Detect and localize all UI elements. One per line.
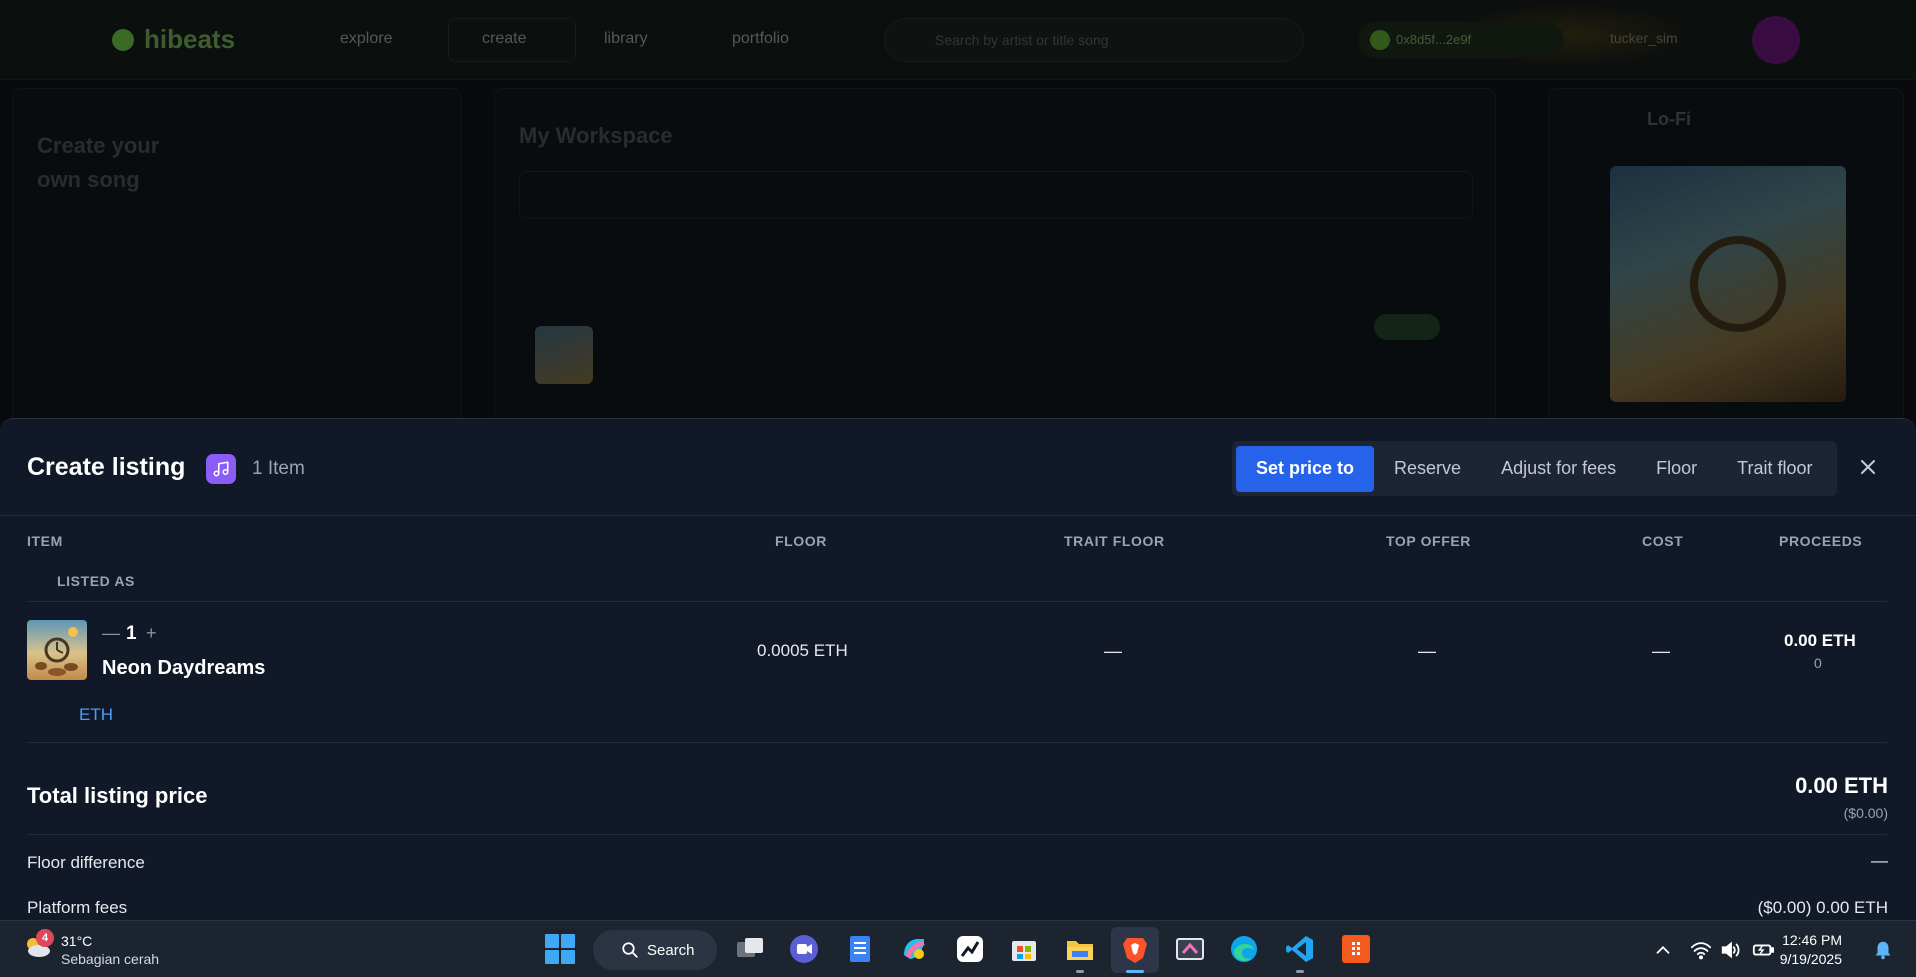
floor-difference-value: — bbox=[1871, 851, 1888, 870]
tab-reserve[interactable]: Reserve bbox=[1374, 446, 1481, 492]
modal-title: Create listing bbox=[27, 453, 186, 481]
stocks-app-icon[interactable] bbox=[954, 933, 986, 965]
quantity-decrease-button[interactable]: — bbox=[102, 623, 120, 644]
total-listing-price-usd: ($0.00) bbox=[1843, 805, 1888, 821]
item-proceeds: 0.00 ETH bbox=[1784, 631, 1856, 650]
table-header-divider bbox=[27, 601, 1887, 602]
taskbar-clock-time[interactable]: 12:46 PM bbox=[1782, 932, 1842, 948]
weather-temperature[interactable]: 31°C bbox=[61, 933, 92, 949]
pricing-mode-tabs: Set price to Reserve Adjust for fees Flo… bbox=[1232, 441, 1837, 496]
chevron-up-icon[interactable] bbox=[1652, 939, 1674, 961]
weather-description[interactable]: Sebagian cerah bbox=[61, 951, 159, 967]
vscode-running-indicator bbox=[1296, 970, 1304, 973]
item-row-divider bbox=[27, 742, 1887, 743]
item-top-offer: — bbox=[1418, 641, 1436, 661]
office-app-icon[interactable] bbox=[1340, 933, 1372, 965]
item-count: 1 Item bbox=[252, 458, 305, 479]
weather-notification-badge: 4 bbox=[36, 929, 54, 947]
notification-bell-icon[interactable] bbox=[1872, 939, 1894, 961]
tab-trait-floor[interactable]: Trait floor bbox=[1717, 446, 1832, 492]
edge-browser-icon[interactable] bbox=[1228, 933, 1260, 965]
column-header-listed-as: LISTED AS bbox=[57, 573, 135, 589]
create-listing-modal: Create listing 1 Item Set price to Reser… bbox=[0, 418, 1916, 920]
item-trait-floor: — bbox=[1104, 641, 1122, 661]
column-header-cost: COST bbox=[1642, 533, 1684, 549]
platform-fees-value: ($0.00) 0.00 ETH bbox=[1757, 898, 1888, 917]
summary-divider bbox=[27, 834, 1887, 835]
quantity-increase-button[interactable]: + bbox=[146, 623, 157, 644]
task-view-icon[interactable] bbox=[734, 933, 766, 965]
notepad-icon[interactable] bbox=[844, 933, 876, 965]
wifi-icon[interactable] bbox=[1690, 939, 1712, 961]
file-explorer-icon[interactable] bbox=[1064, 933, 1096, 965]
copilot-icon[interactable] bbox=[898, 933, 930, 965]
meet-chat-icon[interactable] bbox=[788, 933, 820, 965]
file-explorer-running-indicator bbox=[1076, 970, 1084, 973]
column-header-trait-floor: TRAIT FLOOR bbox=[1064, 533, 1165, 549]
windows-start-icon[interactable] bbox=[544, 933, 576, 965]
brave-active-indicator bbox=[1126, 970, 1144, 973]
item-name: Neon Daydreams bbox=[102, 657, 266, 679]
taskbar-clock-date[interactable]: 9/19/2025 bbox=[1780, 951, 1842, 967]
tab-floor[interactable]: Floor bbox=[1636, 446, 1717, 492]
close-icon[interactable] bbox=[1856, 455, 1880, 479]
column-header-top-offer: TOP OFFER bbox=[1386, 533, 1472, 549]
column-header-item: ITEM bbox=[27, 533, 63, 549]
taskbar: 4 31°C Sebagian cerah Search 12:46 PM 9/… bbox=[0, 920, 1916, 977]
total-listing-price-label: Total listing price bbox=[27, 783, 208, 808]
item-thumbnail bbox=[27, 620, 87, 680]
modal-backdrop[interactable] bbox=[0, 0, 1916, 420]
taskbar-search-label: Search bbox=[647, 941, 695, 959]
snipping-tool-icon[interactable] bbox=[1174, 933, 1206, 965]
column-header-proceeds: PROCEEDS bbox=[1779, 533, 1863, 549]
item-cost: — bbox=[1652, 641, 1670, 661]
microsoft-store-icon[interactable] bbox=[1008, 933, 1040, 965]
quantity-value: 1 bbox=[126, 623, 137, 644]
total-listing-price-value: 0.00 ETH bbox=[1795, 773, 1888, 798]
platform-fees-label: Platform fees bbox=[27, 898, 128, 917]
listed-as-currency[interactable]: ETH bbox=[79, 705, 113, 725]
floor-difference-label: Floor difference bbox=[27, 853, 145, 872]
tab-set-price-to[interactable]: Set price to bbox=[1236, 445, 1375, 492]
brave-browser-icon[interactable] bbox=[1119, 933, 1151, 965]
taskbar-search-button[interactable]: Search bbox=[593, 930, 717, 970]
battery-icon[interactable] bbox=[1752, 939, 1774, 961]
music-note-icon bbox=[206, 454, 236, 484]
modal-header: Create listing 1 Item Set price to Reser… bbox=[0, 419, 1916, 516]
item-floor-price: 0.0005 ETH bbox=[757, 641, 848, 660]
item-proceeds-sub: 0 bbox=[1814, 655, 1822, 671]
background-app: hibeats explore create library portfolio… bbox=[0, 0, 1916, 420]
volume-icon[interactable] bbox=[1720, 939, 1742, 961]
search-icon bbox=[622, 942, 638, 958]
tab-adjust-for-fees[interactable]: Adjust for fees bbox=[1481, 446, 1636, 492]
column-header-floor: FLOOR bbox=[775, 533, 827, 549]
vscode-icon[interactable] bbox=[1284, 933, 1316, 965]
